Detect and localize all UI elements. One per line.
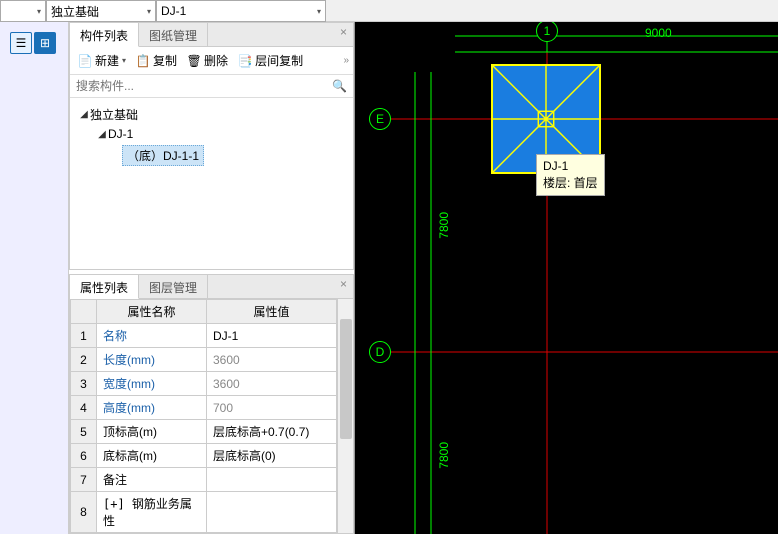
grid-icon: ⊞	[40, 36, 50, 50]
toolbar-overflow[interactable]: »	[343, 55, 349, 66]
tooltip-line2: 楼层: 首层	[543, 175, 598, 192]
dropdown-category[interactable]: 独立基础 ▾	[46, 0, 156, 22]
copy-label: 复制	[153, 52, 177, 69]
new-button[interactable]: 📄 新建 ▾	[74, 50, 130, 71]
chevron-down-icon: ▾	[122, 56, 126, 65]
tree-node-child[interactable]: ◢ DJ-1	[74, 125, 349, 143]
tree-node-leaf[interactable]: （底）DJ-1-1	[74, 143, 349, 168]
dropdown-category-value: 独立基础	[51, 3, 99, 20]
table-row[interactable]: 5顶标高(m)层底标高+0.7(0.7)	[71, 420, 337, 444]
list-icon: ☰	[16, 36, 27, 50]
layer-copy-label: 层间复制	[255, 52, 303, 69]
table-row[interactable]: 3宽度(mm)3600	[71, 372, 337, 396]
copy-icon: 📋	[136, 54, 150, 68]
element-tooltip: DJ-1 楼层: 首层	[536, 154, 605, 196]
drawing-canvas[interactable]: 1 E D 9000 7800 7800 DJ-1 楼层: 首层	[355, 22, 778, 534]
chevron-down-icon: ▾	[37, 7, 41, 16]
delete-button[interactable]: 🗑 删除	[183, 50, 232, 71]
property-panel: 属性列表 图层管理 × 属性名称 属性值 1名称DJ-1 2长度(mm)3600…	[69, 274, 354, 534]
new-icon: 📄	[78, 54, 92, 68]
left-toolbar: ☰ ⊞	[0, 22, 69, 534]
tree-root-label: 独立基础	[90, 106, 138, 123]
collapse-icon[interactable]: ◢	[78, 109, 90, 120]
table-row[interactable]: 2长度(mm)3600	[71, 348, 337, 372]
search-input[interactable]	[70, 75, 326, 97]
tab-component-list[interactable]: 构件列表	[70, 23, 139, 47]
search-icon[interactable]: 🔍	[326, 79, 353, 93]
dropdown-component[interactable]: DJ-1 ▾	[156, 0, 326, 22]
property-table: 属性名称 属性值 1名称DJ-1 2长度(mm)3600 3宽度(mm)3600…	[70, 299, 337, 533]
grid-bubble-d: D	[369, 341, 391, 363]
layer-copy-button[interactable]: 📑 层间复制	[234, 50, 307, 71]
tree-child-label: DJ-1	[108, 127, 133, 141]
tab-property-list[interactable]: 属性列表	[70, 275, 139, 299]
dropdown-blank[interactable]: ▾	[0, 0, 46, 22]
grid-view-button[interactable]: ⊞	[34, 32, 56, 54]
scrollbar-thumb[interactable]	[340, 319, 352, 439]
component-tree: ◢ 独立基础 ◢ DJ-1 （底）DJ-1-1	[70, 98, 353, 269]
expand-icon[interactable]: [+]	[103, 497, 132, 511]
chevron-down-icon: ▾	[317, 7, 321, 16]
grid-bubble-e: E	[369, 108, 391, 130]
table-row[interactable]: 8[+] 钢筋业务属性	[71, 492, 337, 533]
tooltip-line1: DJ-1	[543, 158, 598, 175]
collapse-icon[interactable]: ◢	[96, 129, 108, 140]
header-propvalue: 属性值	[207, 300, 337, 324]
dimension-9000: 9000	[645, 26, 672, 40]
panel-close-button[interactable]: ×	[334, 23, 353, 46]
delete-icon: 🗑	[187, 54, 201, 68]
table-row[interactable]: 6底标高(m)层底标高(0)	[71, 444, 337, 468]
table-row[interactable]: 4高度(mm)700	[71, 396, 337, 420]
panel-close-button[interactable]: ×	[334, 275, 353, 298]
copy-button[interactable]: 📋 复制	[132, 50, 181, 71]
layer-copy-icon: 📑	[238, 54, 252, 68]
dimension-7800a: 7800	[437, 212, 451, 239]
tree-leaf-label: （底）DJ-1-1	[122, 145, 204, 166]
dropdown-component-value: DJ-1	[161, 4, 186, 18]
header-propname: 属性名称	[97, 300, 207, 324]
scrollbar[interactable]	[337, 299, 353, 533]
component-list-panel: 构件列表 图纸管理 × 📄 新建 ▾ 📋 复制 🗑 删除	[69, 22, 354, 270]
table-row[interactable]: 7备注	[71, 468, 337, 492]
tab-drawing-mgmt[interactable]: 图纸管理	[139, 23, 208, 46]
dimension-7800b: 7800	[437, 442, 451, 469]
table-row[interactable]: 1名称DJ-1	[71, 324, 337, 348]
new-label: 新建	[95, 52, 119, 69]
tree-node-root[interactable]: ◢ 独立基础	[74, 104, 349, 125]
delete-label: 删除	[204, 52, 228, 69]
header-blank	[71, 300, 97, 324]
tab-layer-mgmt[interactable]: 图层管理	[139, 275, 208, 298]
chevron-down-icon: ▾	[147, 7, 151, 16]
list-view-button[interactable]: ☰	[10, 32, 32, 54]
